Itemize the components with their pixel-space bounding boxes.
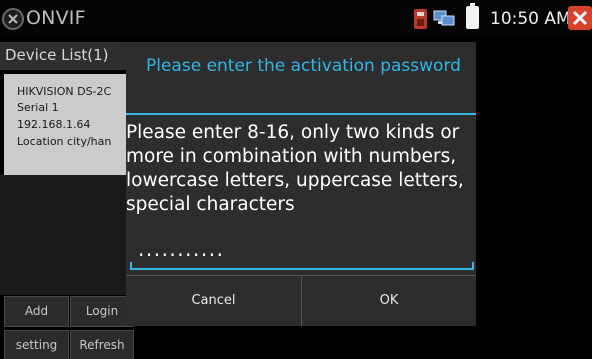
status-clock: 10:50 AM (490, 9, 571, 29)
password-input-underline (130, 262, 474, 270)
device-ip: 192.168.1.64 (17, 118, 91, 131)
device-list-header: Device List(1) (0, 42, 140, 70)
close-icon[interactable] (568, 6, 592, 30)
ok-button[interactable]: OK (302, 276, 476, 326)
device-name: HIKVISION DS-2C (17, 85, 112, 98)
activation-password-dialog: Please enter the activation password Ple… (126, 42, 476, 326)
device-list-title: Device List(1) (5, 46, 109, 64)
cancel-button[interactable]: Cancel (126, 276, 301, 326)
sim-card-icon (414, 9, 427, 29)
dialog-title: Please enter the activation password (146, 56, 461, 76)
device-list-empty-area (0, 175, 140, 295)
action-bar: ONVIF 10:50 AM (0, 0, 592, 37)
login-button[interactable]: Login (70, 296, 134, 327)
device-serial: Serial 1 (17, 101, 59, 114)
device-location: Location city/han (17, 135, 112, 148)
app-title: ONVIF (26, 7, 86, 29)
camera-onvif-icon[interactable] (2, 8, 24, 30)
battery-icon (466, 3, 479, 29)
device-list-item[interactable]: HIKVISION DS-2C Serial 1 192.168.1.64 Lo… (4, 74, 136, 175)
refresh-button[interactable]: Refresh (70, 330, 134, 359)
dialog-message: Please enter 8-16, only two kinds or mor… (126, 122, 464, 215)
add-button[interactable]: Add (4, 296, 69, 327)
setting-button[interactable]: setting (4, 330, 69, 359)
dialog-title-divider (126, 113, 476, 115)
network-icon (433, 10, 456, 28)
